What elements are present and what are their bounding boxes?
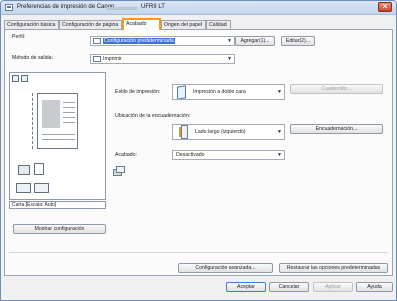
print-style-dropdown[interactable]: Impresión a doble cara ▼ <box>172 84 285 100</box>
print-style-label: Estilo de impresión: <box>115 89 161 95</box>
show-settings-button[interactable]: Mostrar configuración <box>13 224 106 234</box>
finishing-panel: Perfil: Configuración predeterminada ▼ A… <box>4 29 393 276</box>
finishing-label: Acabado: <box>115 152 137 158</box>
binding-settings-button[interactable]: Encuadernación... <box>290 124 383 134</box>
printer-icon <box>93 56 101 62</box>
print-preview-icon[interactable] <box>16 183 31 193</box>
binding-location-label: Ubicación de la encuadernación: <box>115 113 191 119</box>
chevron-down-icon: ▼ <box>227 56 232 62</box>
booklet-button[interactable]: Cuadernillo... <box>290 84 383 94</box>
profile-icon <box>93 38 101 44</box>
window-title-suffix: UFRII LT <box>141 4 165 10</box>
chevron-down-icon: ▼ <box>277 152 282 158</box>
profile-value: Configuración predeterminada <box>103 38 175 44</box>
printer-icon <box>18 165 30 175</box>
chevron-down-icon: ▼ <box>277 89 282 95</box>
preview-view-toggle[interactable] <box>12 75 30 83</box>
preview-caption: Carta [Escala: Auto] <box>9 201 106 209</box>
output-method-label: Método de salida: <box>12 55 53 61</box>
finishing-stack-icon <box>113 165 127 177</box>
binding-edge-icon <box>179 125 188 139</box>
page-view-icon[interactable] <box>12 75 19 82</box>
preview-page-icon <box>37 93 78 149</box>
help-button[interactable]: Ayuda <box>356 282 393 292</box>
add-profile-button[interactable]: Agregar(1)... <box>235 36 275 46</box>
profile-label: Perfil: <box>12 34 26 40</box>
finishing-dropdown[interactable]: Desactivado ▼ <box>172 150 285 160</box>
binding-edge-marker <box>32 93 35 149</box>
tab-finishing[interactable]: Acabado <box>122 18 161 30</box>
chevron-down-icon: ▼ <box>227 38 232 44</box>
close-button[interactable]: ✕ <box>378 2 392 12</box>
advanced-settings-button[interactable]: Configuración avanzada... <box>178 263 273 273</box>
chevron-down-icon: ▼ <box>277 129 282 135</box>
page-preview <box>9 72 106 200</box>
printer-preferences-window: Preferencias de impresión de Canon UFRII… <box>0 0 397 301</box>
binding-location-dropdown[interactable]: Lado largo (izquierdo) ▼ <box>172 124 285 140</box>
printer-name-redacted <box>107 7 137 10</box>
print-style-value: Impresión a doble cara <box>193 89 246 95</box>
output-method-value: Imprimir <box>103 56 122 62</box>
duplex-icon <box>177 85 186 99</box>
profile-dropdown[interactable]: Configuración predeterminada ▼ <box>90 36 235 46</box>
edit-profile-button[interactable]: Editar(2)... <box>281 36 315 46</box>
finishing-value: Desactivado <box>176 152 205 158</box>
close-icon: ✕ <box>381 2 389 11</box>
restore-defaults-button[interactable]: Restaurar las opciones predeterminadas <box>279 263 388 273</box>
printer-view-icon[interactable] <box>21 75 28 82</box>
ok-button[interactable]: Aceptar <box>226 282 266 292</box>
apply-button[interactable]: Aplicar <box>313 282 353 292</box>
cancel-button[interactable]: Cancelar <box>269 282 309 292</box>
binding-location-value: Lado largo (izquierdo) <box>195 129 246 135</box>
output-method-dropdown[interactable]: Imprimir ▼ <box>90 54 235 64</box>
window-title: Preferencias de impresión de Canon <box>17 4 115 10</box>
document-stack-icon <box>34 163 44 175</box>
printer-app-icon <box>5 4 13 11</box>
tray-preview-icon[interactable] <box>34 183 49 193</box>
title-bar[interactable]: Preferencias de impresión de Canon UFRII… <box>1 1 396 15</box>
divider <box>9 252 388 253</box>
